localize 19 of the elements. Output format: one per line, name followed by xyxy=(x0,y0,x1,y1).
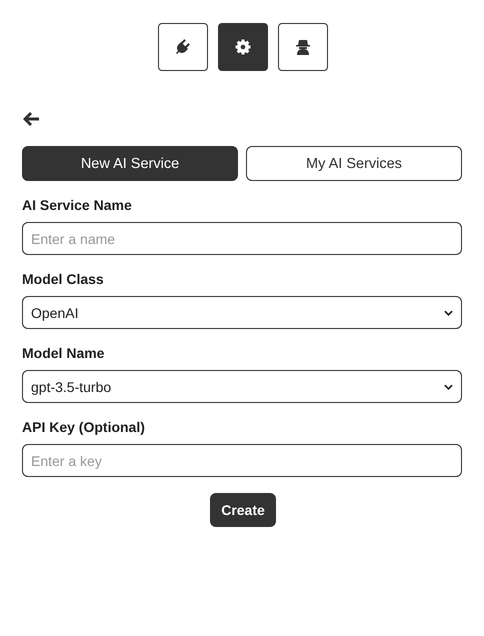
dropdown[interactable]: gpt-3.5-turbo xyxy=(22,370,462,403)
plug-button[interactable] xyxy=(158,23,208,71)
dropdown[interactable]: OpenAI xyxy=(22,296,462,329)
chevron-icon xyxy=(444,310,453,316)
input-field[interactable]: Enter a name xyxy=(22,222,462,255)
spy-button[interactable] xyxy=(278,23,328,71)
settings-icon xyxy=(233,37,253,57)
field-label: Model Class xyxy=(22,271,105,288)
back-arrow-icon[interactable] xyxy=(22,111,40,127)
tab[interactable]: My AI Services xyxy=(246,146,462,181)
settings-button[interactable] xyxy=(218,23,268,71)
input-field[interactable]: Enter a key xyxy=(22,444,462,477)
field-label: API Key (Optional) xyxy=(22,419,146,436)
spy-icon xyxy=(293,37,313,57)
tab[interactable]: New AI Service xyxy=(22,146,238,181)
field-label: AI Service Name xyxy=(22,197,133,214)
chevron-icon xyxy=(444,384,453,390)
field-label: Model Name xyxy=(22,345,106,362)
create-button[interactable]: Create xyxy=(210,493,276,527)
